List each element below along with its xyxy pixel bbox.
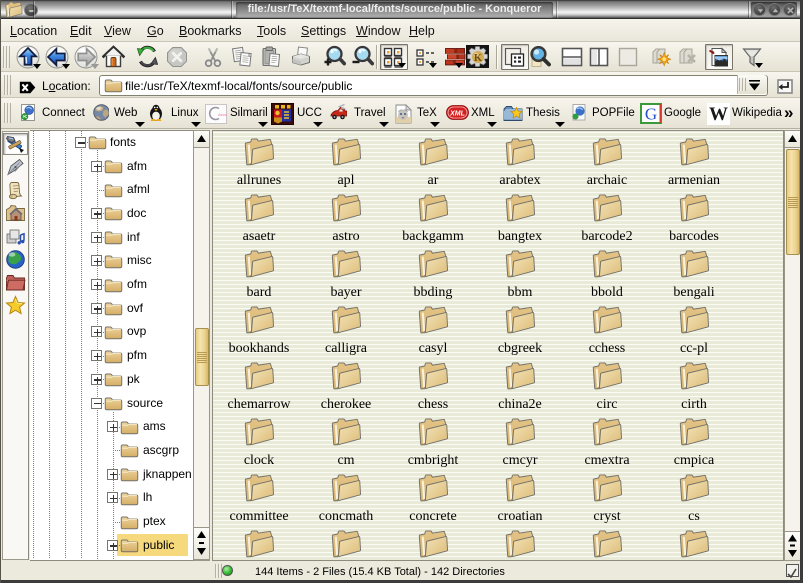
svg-text:G: G <box>645 105 657 124</box>
svg-text:XML: XML <box>449 111 465 118</box>
svg-text:Assoc: Assoc <box>218 113 227 117</box>
svg-text:W: W <box>709 104 728 125</box>
svg-text:K: K <box>474 53 483 64</box>
